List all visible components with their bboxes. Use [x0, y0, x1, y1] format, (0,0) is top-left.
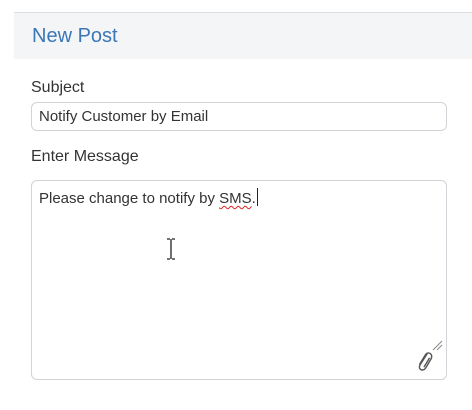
page-title: New Post — [32, 25, 118, 47]
subject-label: Subject — [31, 79, 85, 96]
message-text-prefix: Please change to notify by — [39, 190, 220, 207]
text-caret — [256, 188, 258, 206]
message-textarea[interactable]: Please change to notify by SMS. — [31, 180, 447, 380]
message-text: Please change to notify by SMS. — [39, 188, 258, 209]
misspelled-word: SMS — [219, 190, 252, 207]
text-cursor-icon — [167, 238, 175, 260]
new-post-header: New Post — [14, 12, 472, 59]
subject-input[interactable]: Notify Customer by Email — [31, 102, 447, 131]
message-label: Enter Message — [31, 148, 139, 165]
paperclip-icon[interactable] — [414, 348, 434, 374]
message-text-suffix: . — [251, 190, 256, 207]
